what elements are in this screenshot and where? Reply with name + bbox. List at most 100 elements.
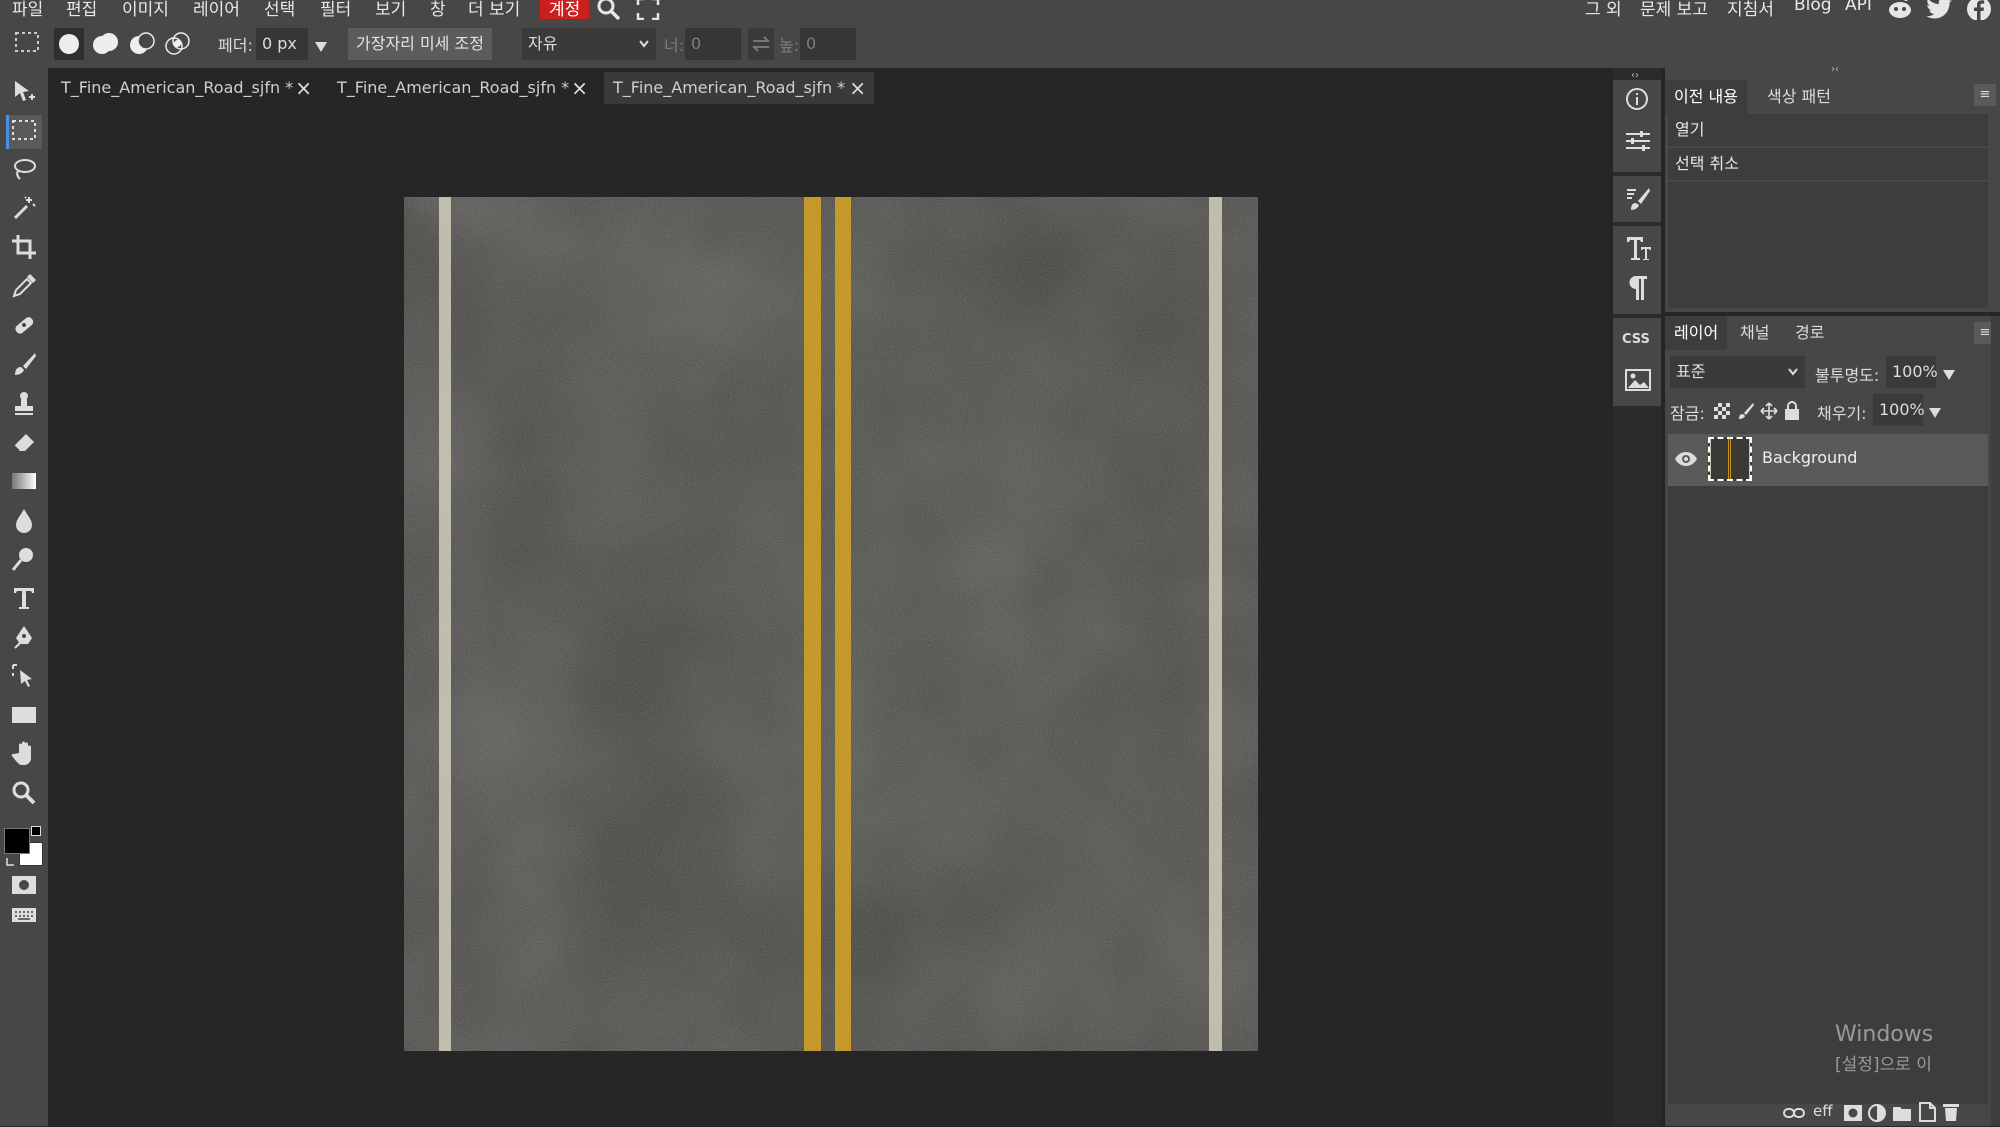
lock-transparency-icon[interactable] xyxy=(1713,402,1731,425)
menu-edit[interactable]: 편집 xyxy=(66,0,97,20)
swap-icon[interactable] xyxy=(748,28,774,60)
eyedropper-tool[interactable] xyxy=(6,271,42,305)
menu-api[interactable]: API xyxy=(1845,0,1872,15)
shape-tool[interactable] xyxy=(6,700,42,734)
menu-account[interactable]: 계정 xyxy=(540,0,590,20)
link-layers-icon[interactable] xyxy=(1783,1104,1805,1127)
close-icon[interactable]: × xyxy=(849,72,866,104)
magic-wand-tool[interactable] xyxy=(6,193,42,227)
history-item[interactable]: 선택 취소 xyxy=(1668,148,1988,180)
adjustments-icon[interactable] xyxy=(1625,129,1651,158)
menu-tutorials[interactable]: 지침서 xyxy=(1727,0,1774,20)
selection-intersect-icon[interactable] xyxy=(162,28,192,65)
tab-paths[interactable]: 경로 xyxy=(1786,316,1833,350)
selection-style-select[interactable]: 자유 xyxy=(522,28,656,60)
path-select-tool[interactable] xyxy=(6,661,42,695)
menu-view[interactable]: 보기 xyxy=(375,0,406,20)
paragraph-icon[interactable] xyxy=(1627,274,1649,307)
keyboard-button[interactable] xyxy=(6,904,42,930)
rect-select-icon xyxy=(11,118,37,147)
refine-edge-button[interactable]: 가장자리 미세 조정 xyxy=(348,28,492,60)
eye-icon[interactable] xyxy=(1674,449,1698,474)
menu-layer[interactable]: 레이어 xyxy=(193,0,240,20)
selection-new-icon[interactable] xyxy=(54,28,84,60)
lasso-tool[interactable] xyxy=(6,154,42,188)
fill-dropdown-icon[interactable] xyxy=(1928,404,1942,424)
blend-mode-select[interactable]: 표준 xyxy=(1670,356,1805,388)
close-icon[interactable]: × xyxy=(571,72,588,104)
menu-more-links[interactable]: 그 외 xyxy=(1585,0,1622,20)
healing-tool[interactable] xyxy=(6,310,42,344)
layers-panel: 레이어 채널 경로 ≡ 표준 불투명도: 100% 잠금: 채우기: 100% … xyxy=(1665,316,2000,1126)
selection-subtract-icon[interactable] xyxy=(126,28,156,65)
selection-add-icon[interactable] xyxy=(90,28,120,65)
adjustment-layer-icon[interactable] xyxy=(1868,1104,1886,1127)
color-swatches[interactable] xyxy=(3,826,45,868)
text-tool[interactable] xyxy=(6,583,42,617)
width-input[interactable]: 0 xyxy=(685,28,741,60)
windows-watermark-subtitle: [설정]으로 이 xyxy=(1835,1055,1932,1075)
layer-effects-icon[interactable]: eff xyxy=(1813,1102,1833,1120)
lock-position-icon[interactable] xyxy=(1760,402,1778,425)
tab-channels[interactable]: 채널 xyxy=(1731,316,1778,350)
document-tab[interactable]: T_Fine_American_Road_sjfn * × xyxy=(328,72,596,104)
hand-tool[interactable] xyxy=(6,739,42,773)
history-item[interactable]: 열기 xyxy=(1668,114,1988,146)
opacity-input[interactable]: 100% xyxy=(1886,356,1938,388)
strip-group-type xyxy=(1613,226,1661,314)
dodge-tool[interactable] xyxy=(6,544,42,578)
move-tool[interactable] xyxy=(6,77,42,111)
image-icon[interactable] xyxy=(1625,368,1651,397)
clone-stamp-tool[interactable] xyxy=(6,388,42,422)
menu-select[interactable]: 선택 xyxy=(264,0,295,20)
menu-blog[interactable]: Blog xyxy=(1794,0,1832,15)
quick-mask-button[interactable] xyxy=(6,874,42,900)
default-colors-icon[interactable] xyxy=(31,826,41,836)
menu-report-bug[interactable]: 문제 보고 xyxy=(1640,0,1708,20)
feather-input[interactable]: 0 px xyxy=(256,28,308,60)
swap-colors-icon[interactable] xyxy=(5,853,17,873)
tab-layers[interactable]: 레이어 xyxy=(1665,316,1728,350)
lock-pixels-icon[interactable] xyxy=(1737,402,1755,425)
info-icon[interactable] xyxy=(1625,87,1649,116)
marquee-tool[interactable] xyxy=(6,115,42,149)
feather-dropdown-icon[interactable] xyxy=(314,38,328,58)
delete-layer-icon[interactable] xyxy=(1942,1102,1960,1127)
new-folder-icon[interactable] xyxy=(1892,1104,1912,1127)
document-tab[interactable]: T_Fine_American_Road_sjfn * × xyxy=(52,72,320,104)
brush-tool[interactable] xyxy=(6,349,42,383)
panel-menu-icon[interactable]: ≡ xyxy=(1974,84,1996,106)
menu-filter[interactable]: 필터 xyxy=(320,0,351,20)
eraser-tool[interactable] xyxy=(6,427,42,461)
fill-input[interactable]: 100% xyxy=(1873,394,1925,426)
menu-window[interactable]: 창 xyxy=(430,0,446,20)
foreground-color-swatch[interactable] xyxy=(4,828,30,854)
crop-tool[interactable] xyxy=(6,232,42,266)
zoom-tool[interactable] xyxy=(6,778,42,812)
height-input[interactable]: 0 xyxy=(800,28,856,60)
rect-select-icon[interactable] xyxy=(14,30,40,59)
tab-swatches[interactable]: 색상 패턴 xyxy=(1758,80,1840,114)
lock-all-icon[interactable] xyxy=(1784,401,1800,426)
character-icon[interactable] xyxy=(1625,234,1653,267)
css-icon[interactable]: CSS xyxy=(1622,332,1650,347)
pen-tool[interactable] xyxy=(6,622,42,656)
height-label: 높: xyxy=(779,36,800,55)
document-canvas[interactable] xyxy=(404,197,1258,1051)
brush-settings-icon[interactable] xyxy=(1625,186,1651,217)
opacity-dropdown-icon[interactable] xyxy=(1942,366,1956,386)
layer-name[interactable]: Background xyxy=(1762,448,1857,467)
new-layer-icon[interactable] xyxy=(1917,1102,1937,1127)
close-icon[interactable]: × xyxy=(295,72,312,104)
menu-more[interactable]: 더 보기 xyxy=(468,0,520,20)
blur-tool[interactable] xyxy=(6,505,42,539)
scrollbar[interactable] xyxy=(1991,316,2000,1126)
gradient-tool[interactable] xyxy=(6,466,42,500)
menu-file[interactable]: 파일 xyxy=(12,0,43,20)
menu-image[interactable]: 이미지 xyxy=(122,0,169,20)
collapse-arrows-icon[interactable]: ›‹ xyxy=(1831,64,1839,75)
tab-history[interactable]: 이전 내용 xyxy=(1665,80,1747,114)
layer-row[interactable]: Background xyxy=(1668,434,1988,486)
layer-mask-icon[interactable] xyxy=(1843,1104,1863,1127)
document-tab-active[interactable]: T_Fine_American_Road_sjfn * × xyxy=(604,72,874,104)
